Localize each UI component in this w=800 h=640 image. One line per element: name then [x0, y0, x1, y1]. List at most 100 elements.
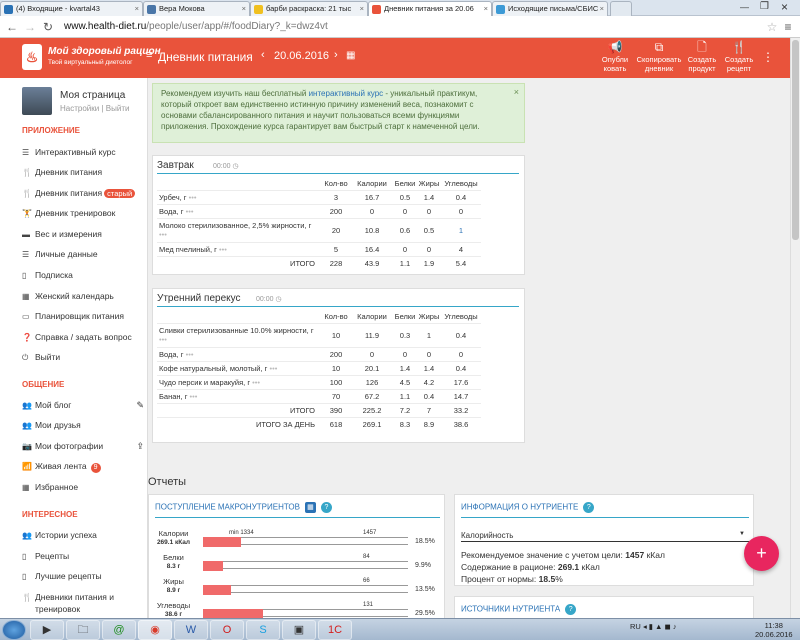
table-row[interactable]: Сливки стерилизованные 10.0% жирности, г… [157, 322, 481, 347]
create-recipe-button[interactable]: 🍴 Создать рецепт [722, 38, 756, 73]
sidebar-item-weight[interactable]: ▬ Вес и измерения [22, 229, 146, 239]
table-row[interactable]: Мед пчелиный, г ••• 5 16.4 0 0 4 [157, 241, 481, 256]
course-link[interactable]: интерактивный курс [309, 89, 384, 98]
sidebar-item-subscription[interactable]: ▯ Подписка [22, 270, 146, 280]
taskbar-app-skype[interactable]: S [246, 620, 280, 640]
sidebar-item-feed[interactable]: 📶 Живая лента 9 [22, 461, 146, 473]
table-row[interactable]: Вода, г ••• 200 0 0 0 0 [157, 346, 481, 361]
calendar-icon[interactable]: ▦ [346, 50, 355, 61]
info-icon[interactable]: ? [320, 502, 332, 513]
sidebar-item-best-recipes[interactable]: ▯ Лучшие рецепты [22, 571, 146, 581]
sidebar-item-help[interactable]: ❓ Справка / задать вопрос [22, 332, 146, 342]
profile-link[interactable]: Моя страница [60, 90, 125, 101]
meal-title[interactable]: Завтрак [157, 160, 194, 171]
logo[interactable]: ♨ Мой здоровый рацион Твой виртуальный д… [22, 44, 161, 72]
info-icon[interactable]: ? [583, 502, 595, 513]
sidebar-item-photos[interactable]: 📷 Мои фотографии ⇪ [22, 441, 146, 451]
taskbar-app-opera[interactable]: O [210, 620, 244, 640]
meal-title[interactable]: Утренний перекус [157, 293, 241, 304]
sidebar-item-planner[interactable]: ▭ Планировщик питания [22, 311, 146, 321]
clock[interactable]: 11:38 20.06.2016 [755, 621, 793, 639]
more-icon[interactable]: ••• [189, 193, 197, 202]
forward-icon[interactable]: → [22, 19, 38, 35]
taskbar-app-1c[interactable]: 1С [318, 620, 352, 640]
close-tab-icon[interactable]: × [135, 4, 139, 13]
maximize-icon[interactable]: ❐ [760, 1, 769, 12]
more-icon[interactable]: ••• [159, 230, 167, 239]
more-icon[interactable]: ••• [190, 392, 198, 401]
new-tab-button[interactable] [610, 1, 632, 16]
browser-tab[interactable]: Вера Мокова × [143, 1, 250, 16]
browser-tab[interactable]: Исходящие письма/СБИС × [492, 1, 608, 16]
close-icon[interactable]: × [514, 87, 519, 98]
nutrient-select[interactable]: Калорийность ▼ [461, 531, 749, 542]
close-tab-icon[interactable]: × [600, 4, 604, 13]
taskbar-app-generic[interactable]: ▣ [282, 620, 316, 640]
url-field[interactable]: www.health-diet.ru/people/user/app/#/foo… [64, 19, 764, 35]
taskbar-app-agent[interactable]: @ [102, 620, 136, 640]
more-vertical-icon[interactable]: ⋮ [762, 50, 774, 64]
table-row[interactable]: Вода, г ••• 200 0 0 0 0 [157, 203, 481, 218]
blog-add-icon[interactable]: ✎ [136, 400, 144, 411]
sidebar-item-recipes[interactable]: ▯ Рецепты [22, 551, 146, 561]
back-icon[interactable]: ← [4, 19, 20, 35]
close-window-icon[interactable]: × [781, 0, 788, 14]
table-row[interactable]: Молоко стерилизованное, 2,5% жирности, г… [157, 217, 481, 242]
start-button[interactable] [2, 620, 26, 640]
create-product-button[interactable]: 🗋 Создать продукт [684, 38, 720, 73]
sidebar-item-diary-old[interactable]: 🍴 Дневник питания старый [22, 188, 146, 198]
table-row[interactable]: Чудо персик и маракуйя, г ••• 100 126 4.5 4.… [157, 374, 481, 389]
more-icon[interactable]: ••• [186, 207, 194, 216]
sidebar-item-stories[interactable]: 👥 Истории успеха [22, 530, 146, 540]
sidebar-item-diaries[interactable]: 🍴 Дневники питания и [22, 592, 146, 602]
more-icon[interactable]: ••• [269, 364, 277, 373]
publish-button[interactable]: 📢 Опубли ковать [598, 38, 632, 73]
close-tab-icon[interactable]: × [242, 4, 246, 13]
minimize-icon[interactable]: — [740, 2, 749, 12]
meal-time[interactable]: 00:00 ◷ [213, 162, 239, 170]
sidebar-item-blog[interactable]: 👥 Мой блог ✎ [22, 400, 146, 410]
bookmark-star-icon[interactable]: ☆ [764, 19, 780, 35]
more-icon[interactable]: ••• [186, 350, 194, 359]
settings-link[interactable]: Настройки [60, 104, 99, 113]
next-date-icon[interactable]: › [334, 49, 338, 61]
meal-time[interactable]: 00:00 ◷ [256, 295, 282, 303]
sidebar-item-personal[interactable]: ☰ Личные данные [22, 249, 146, 259]
copy-diary-button[interactable]: ⧉ Скопировать дневник [636, 38, 682, 73]
taskbar-app-player[interactable]: ▶ [30, 620, 64, 640]
browser-menu-icon[interactable]: ≡ [780, 19, 796, 35]
language-indicator[interactable]: RU [630, 622, 641, 631]
tray-icons[interactable]: ◂ ▮ ▲ ◼ ♪ [643, 622, 677, 631]
table-row[interactable]: Банан, г ••• 70 67.2 1.1 0.4 14.7 [157, 388, 481, 403]
sidebar-item-calendar[interactable]: ▦ Женский календарь [22, 291, 146, 301]
sidebar-item-friends[interactable]: 👥 Мои друзья [22, 420, 146, 430]
close-tab-icon[interactable]: × [484, 4, 488, 13]
sidebar-item-course[interactable]: ☰ Интерактивный курс [22, 147, 146, 157]
browser-tab-active[interactable]: Дневник питания за 20.06 × [368, 1, 492, 16]
taskbar-app-word[interactable]: W [174, 620, 208, 640]
scrollbar-thumb[interactable] [792, 40, 799, 240]
more-icon[interactable]: ••• [252, 378, 260, 387]
taskbar-app-chrome[interactable]: ◉ [138, 620, 172, 640]
more-icon[interactable]: ••• [219, 245, 227, 254]
upload-icon[interactable]: ⇪ [136, 441, 144, 452]
browser-tab[interactable]: (4) Входящие - kvartal43 × [0, 1, 143, 16]
sidebar-item-training[interactable]: 🏋 Дневник тренировок [22, 208, 146, 218]
table-row[interactable]: Урбеч, г ••• 3 16.7 0.5 1.4 0.4 [157, 189, 481, 204]
taskbar-app-explorer[interactable]: 🗀 [66, 620, 100, 640]
avatar[interactable] [22, 87, 52, 115]
sidebar-item-exit[interactable]: ⏻ Выйти [22, 352, 146, 363]
sidebar-item-favorites[interactable]: ▦ Избранное [22, 482, 146, 492]
more-icon[interactable]: ••• [159, 335, 167, 344]
info-icon[interactable]: ? [565, 604, 577, 615]
prev-date-icon[interactable]: ‹ [261, 49, 265, 61]
logout-link[interactable]: Выйти [106, 104, 130, 113]
page-scrollbar[interactable] [790, 38, 800, 618]
sidebar-item-diary[interactable]: 🍴 Дневник питания [22, 167, 146, 177]
calendar-icon[interactable]: ▦ [304, 502, 316, 513]
reload-icon[interactable]: ↻ [40, 19, 56, 35]
add-fab-button[interactable]: + [744, 536, 779, 571]
hamburger-icon[interactable]: ≡ [146, 49, 152, 61]
browser-tab[interactable]: барби раскраска: 21 тыс × [250, 1, 368, 16]
close-tab-icon[interactable]: × [360, 4, 364, 13]
